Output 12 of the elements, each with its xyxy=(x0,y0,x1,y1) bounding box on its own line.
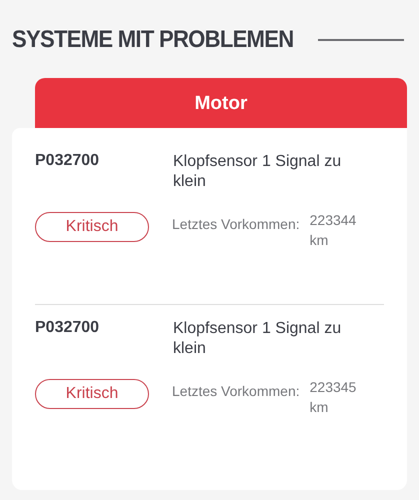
occurrence-label: Letztes Vorkommen: xyxy=(172,216,300,232)
mileage-value: 223344 km xyxy=(310,211,358,250)
fault-description: Klopfsensor 1 Signal zu klein xyxy=(173,319,342,359)
mileage-value: 223345 km xyxy=(310,378,358,417)
severity-badge: Kritisch xyxy=(35,379,149,409)
severity-badge: Kritisch xyxy=(35,212,149,242)
fault-code: P032700 xyxy=(35,152,100,171)
occurrence-label: Letztes Vorkommen: xyxy=(172,383,300,399)
fault-code: P032700 xyxy=(35,319,100,338)
section-heading: SYSTEME MIT PROBLEMEN xyxy=(12,26,294,54)
fault-description: Klopfsensor 1 Signal zu klein xyxy=(173,152,342,192)
system-header: Motor xyxy=(35,78,407,130)
